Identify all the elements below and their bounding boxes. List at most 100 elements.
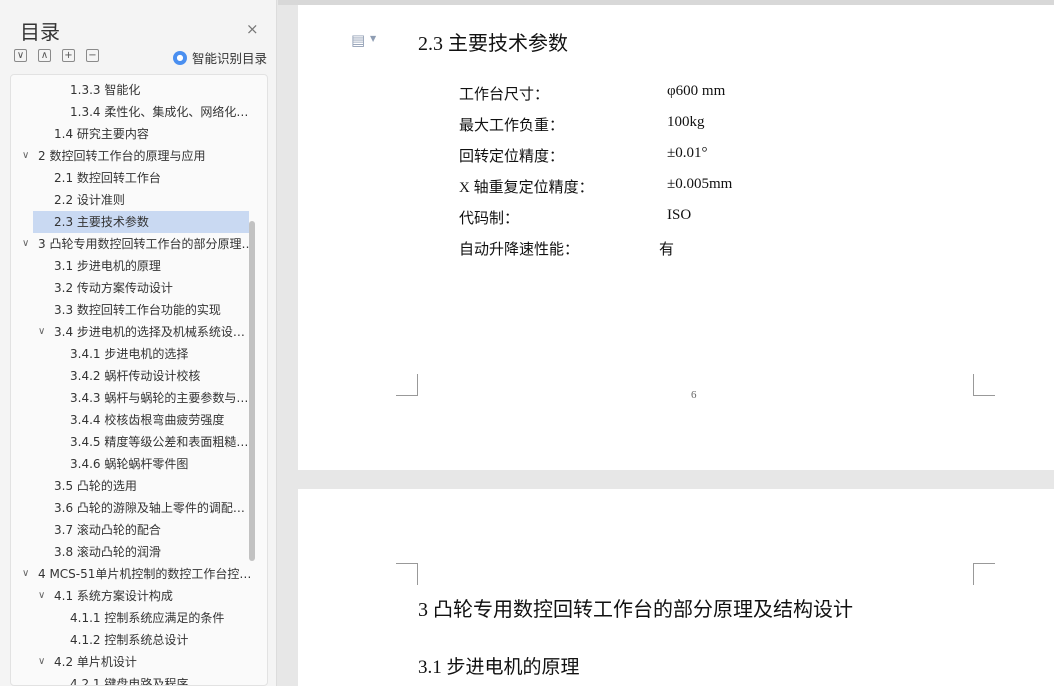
section-heading: 3.1 步进电机的原理 — [418, 657, 580, 678]
param-value: ±0.005mm — [667, 176, 733, 192]
toc-item-label: 4.2 单片机设计 — [54, 655, 137, 669]
chevron-down-icon[interactable]: ∨ — [38, 585, 45, 607]
toc-item[interactable]: 3.4.4 校核齿根弯曲疲劳强度 — [11, 409, 267, 431]
ai-icon: ● — [173, 50, 187, 65]
toc-scrollbar[interactable] — [249, 221, 255, 561]
toc-title: 目录 — [20, 20, 60, 44]
toc-item-label: 3 凸轮专用数控回转工作台的部分原理及结构设计 — [38, 237, 267, 251]
toc-item-label: 3.8 滚动凸轮的润滑 — [54, 545, 161, 559]
chevron-down-icon[interactable]: ∨ — [22, 233, 29, 255]
toc-item[interactable]: ∨ 4 MCS-51单片机控制的数控工作台控制系统设计 — [11, 563, 267, 585]
toc-item-label: 2.2 设计准则 — [54, 193, 125, 207]
param-label: 工作台尺寸： — [459, 87, 550, 103]
param-row: 代码制： ISO — [459, 207, 691, 228]
toc-item-label: 3.4.4 校核齿根弯曲疲劳强度 — [70, 413, 225, 427]
page-number: 6 — [691, 389, 697, 401]
chevron-down-icon[interactable]: ∨ — [22, 563, 29, 585]
toc-item[interactable]: 1.3.3 智能化 — [11, 79, 267, 101]
crop-mark — [396, 563, 418, 585]
toc-item[interactable]: ∨ 4.2 单片机设计 — [11, 651, 267, 673]
smart-toc-label: 智能识别目录 — [192, 51, 268, 66]
param-label: 最大工作负重： — [459, 118, 565, 134]
toc-item-label: 2.1 数控回转工作台 — [54, 171, 161, 185]
toc-item[interactable]: ∨ 2 数控回转工作台的原理与应用 — [11, 145, 267, 167]
param-value: 100kg — [667, 114, 705, 130]
close-icon[interactable]: × — [246, 20, 259, 38]
toc-item[interactable]: 3.7 滚动凸轮的配合 — [11, 519, 267, 541]
document-area: ▤ ▼ 2.3 主要技术参数 工作台尺寸： φ600 mm 最大工作负重： 100kg… — [278, 0, 1054, 686]
toc-item-label: 3.2 传动方案传动设计 — [54, 281, 173, 295]
toc-item-label: 1.4 研究主要内容 — [54, 127, 149, 141]
param-label: 自动升降速性能： — [459, 242, 580, 258]
crop-mark — [973, 374, 995, 396]
toc-item[interactable]: ∨ 4.1 系统方案设计构成 — [11, 585, 267, 607]
toc-item-label: 1.3.3 智能化 — [70, 83, 141, 97]
chevron-down-icon[interactable]: ∨ — [38, 651, 45, 673]
toc-item-label: 3.4.5 精度等级公差和表面粗糙度的确定 — [70, 435, 268, 449]
param-row: X 轴重复定位精度： ±0.005mm — [459, 176, 732, 197]
toc-item[interactable]: 3.4.5 精度等级公差和表面粗糙度的确定 — [11, 431, 268, 453]
add-heading-icon[interactable]: + — [62, 49, 75, 62]
toc-item-label: 1.3.4 柔性化、集成化、网络化及信息化 — [70, 105, 268, 119]
toc-item[interactable]: ∨ 3.4 步进电机的选择及机械系统设计计算 — [11, 321, 268, 343]
toc-item-label: 3.4.1 步进电机的选择 — [70, 347, 189, 361]
section-heading: 2.3 主要技术参数 — [418, 33, 568, 55]
toc-item[interactable]: 3.6 凸轮的游隙及轴上零件的调配与预紧 — [11, 497, 267, 519]
toc-item-label: 4.1.2 控制系统总设计 — [70, 633, 189, 647]
chevron-down-icon[interactable]: ▼ — [370, 34, 376, 43]
toc-item[interactable]: 2.2 设计准则 — [11, 189, 267, 211]
toc-item-label: 3.4.2 蜗杆传动设计校核 — [70, 369, 201, 383]
toc-item[interactable]: 1.4 研究主要内容 — [11, 123, 267, 145]
toc-item[interactable]: 3.1 步进电机的原理 — [11, 255, 267, 277]
toc-item-label: 2 数控回转工作台的原理与应用 — [38, 149, 206, 163]
toc-item[interactable]: 3.2 传动方案传动设计 — [11, 277, 267, 299]
toc-list: 1.3.3 智能化 1.3.4 柔性化、集成化、网络化及信息化 1.4 研究主要内容… — [11, 79, 268, 686]
toc-item-label: 3.4.6 蜗轮蜗杆零件图 — [70, 457, 189, 471]
toc-item-label: 4.2.1 键盘电路及程序 — [70, 677, 189, 686]
toc-item-label: 4.1 系统方案设计构成 — [54, 589, 173, 603]
param-value: φ600 mm — [667, 83, 726, 99]
expand-up-icon[interactable]: ∧ — [38, 49, 51, 62]
toc-item-label: 3.3 数控回转工作台功能的实现 — [54, 303, 221, 317]
param-label: X 轴重复定位精度： — [459, 180, 594, 196]
toc-item[interactable]: 3.4.6 蜗轮蜗杆零件图 — [11, 453, 267, 475]
param-row: 工作台尺寸： φ600 mm — [459, 83, 725, 104]
chapter-heading: 3 凸轮专用数控回转工作台的部分原理及结构设计 — [418, 599, 853, 621]
toc-item-label: 3.5 凸轮的选用 — [54, 479, 137, 493]
toc-item[interactable]: 3.3 数控回转工作台功能的实现 — [11, 299, 267, 321]
param-label: 回转定位精度： — [459, 149, 565, 165]
param-row: 最大工作负重： 100kg — [459, 114, 705, 135]
crop-mark — [973, 563, 995, 585]
toc-item[interactable]: 3.5 凸轮的选用 — [11, 475, 267, 497]
document-page: ▤ ▼ 2.3 主要技术参数 工作台尺寸： φ600 mm 最大工作负重： 100kg… — [298, 5, 1054, 470]
toc-item[interactable]: 3.4.1 步进电机的选择 — [11, 343, 267, 365]
toc-item-label: 3.7 滚动凸轮的配合 — [54, 523, 161, 537]
param-label: 代码制： — [459, 211, 520, 227]
param-value: 有 — [659, 242, 675, 258]
toc-item[interactable]: 3.4.3 蜗杆与蜗轮的主要参数与几何尺寸 — [11, 387, 268, 409]
toc-item[interactable]: 2.3 主要技术参数 — [33, 211, 249, 233]
toc-item[interactable]: 4.1.2 控制系统总设计 — [11, 629, 267, 651]
toc-item-label: 3.4 步进电机的选择及机械系统设计计算 — [54, 325, 268, 339]
remove-heading-icon[interactable]: − — [86, 49, 99, 62]
toc-item[interactable]: 4.2.1 键盘电路及程序 — [11, 673, 267, 686]
toc-item[interactable]: 3.8 滚动凸轮的润滑 — [11, 541, 267, 563]
toc-pane: 目录 × ∨ ∧ + − ● 智能识别目录 1.3.3 智能化 1.3.4 柔性化… — [0, 0, 277, 686]
toc-list-container: 1.3.3 智能化 1.3.4 柔性化、集成化、网络化及信息化 1.4 研究主要内容… — [10, 74, 268, 686]
toc-item[interactable]: 4.1.1 控制系统应满足的条件 — [11, 607, 267, 629]
chevron-down-icon[interactable]: ∨ — [38, 321, 45, 343]
toc-item-label: 4.1.1 控制系统应满足的条件 — [70, 611, 225, 625]
toc-item[interactable]: ∨ 3 凸轮专用数控回转工作台的部分原理及结构设计 — [11, 233, 267, 255]
toc-item-label: 3.4.3 蜗杆与蜗轮的主要参数与几何尺寸 — [70, 391, 268, 405]
document-icon[interactable]: ▤ — [351, 31, 365, 49]
toc-item[interactable]: 1.3.4 柔性化、集成化、网络化及信息化 — [11, 101, 268, 123]
smart-toc-button[interactable]: ● 智能识别目录 — [173, 48, 267, 67]
param-value: ±0.01° — [667, 145, 708, 161]
chevron-down-icon[interactable]: ∨ — [22, 145, 29, 167]
document-page: 3 凸轮专用数控回转工作台的部分原理及结构设计 3.1 步进电机的原理 — [298, 489, 1054, 686]
toc-item[interactable]: 2.1 数控回转工作台 — [11, 167, 267, 189]
crop-mark — [396, 374, 418, 396]
collapse-all-icon[interactable]: ∨ — [14, 49, 27, 62]
toc-item-label: 3.1 步进电机的原理 — [54, 259, 161, 273]
toc-item[interactable]: 3.4.2 蜗杆传动设计校核 — [11, 365, 267, 387]
